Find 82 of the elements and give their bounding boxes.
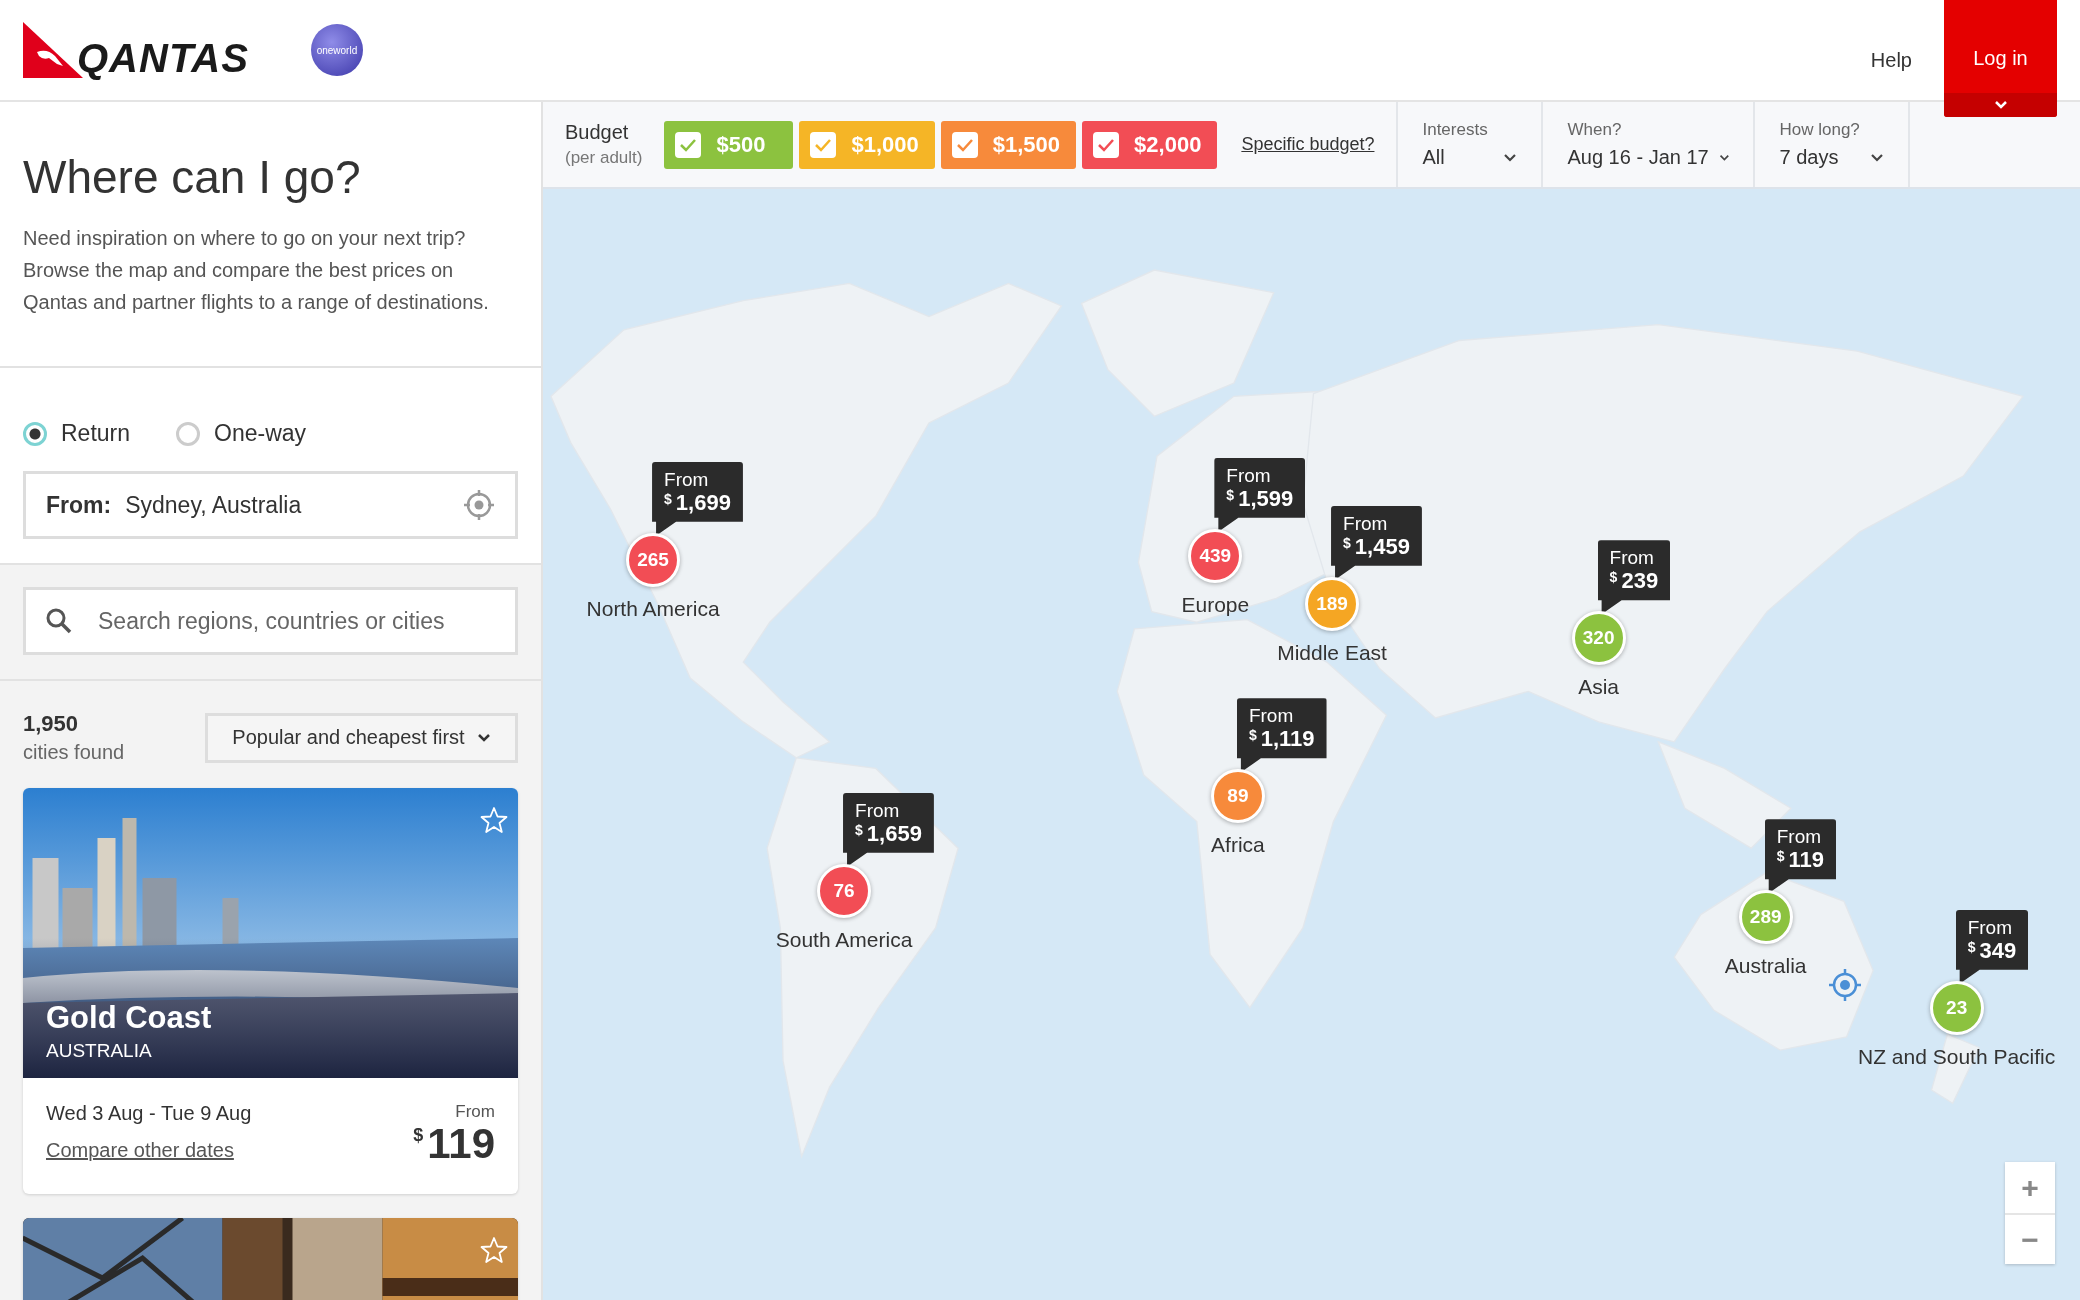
region-label: South America [774,926,914,953]
price: $119 [413,1122,495,1166]
region-label: Asia [1577,674,1621,701]
price-caption: From [1248,705,1295,727]
star-icon[interactable] [480,1236,508,1264]
region-marker[interactable]: 23 [1929,980,1984,1035]
trip-type-radio[interactable]: One-way [176,420,307,447]
logo-wordmark: QANTAS [77,38,249,78]
checkbox-icon[interactable] [1092,130,1121,159]
region-label: Europe [1180,591,1251,618]
price: $ 119 [1776,847,1824,873]
field-label: From: [46,491,112,519]
dropdown-label: When? [1567,120,1623,140]
origin-field[interactable]: From: Sydney, Australia [23,471,518,539]
budget-chip[interactable]: $2,000 [1082,120,1218,169]
country-name: AUSTRALIA [46,1040,152,1062]
filter-dropdown[interactable]: When? Aug 16 - Jan 17 [1541,102,1754,187]
filter-dropdown[interactable]: How long? 7 days [1753,102,1911,187]
city-name: Gold Coast [46,1000,212,1036]
price: $ 1,119 [1248,726,1315,752]
dropdown-value: 7 days [1779,146,1839,169]
price: $ 349 [1967,937,2017,963]
page-title: Where can I go? [23,150,362,204]
location-target-icon [1828,968,1862,1002]
region-label: NZ and South Pacific [1857,1043,2057,1070]
search-icon [45,607,73,635]
budget-note: (per adult) [565,148,643,168]
dropdown-label: Interests [1422,120,1489,140]
price-caption: From [455,1102,495,1122]
chevron-down-icon [476,732,491,743]
locate-icon[interactable] [463,489,495,521]
chevron-down-icon [1870,152,1885,163]
price-caption: From [1967,916,2013,938]
compare-dates-link[interactable]: Compare other dates [46,1139,252,1162]
chevron-down-icon [1503,152,1518,163]
region-label: Middle East [1276,639,1388,666]
star-icon[interactable] [480,806,508,834]
price-caption: From [855,799,901,821]
budget-chip[interactable]: $1,000 [799,120,935,169]
trip-type-radio[interactable]: Return [23,420,131,447]
region-label: Africa [1210,832,1266,859]
dropdown-value: Aug 16 - Jan 17 [1567,146,1709,169]
travel-dates: Wed 3 Aug - Tue 9 Aug [46,1102,252,1125]
radio-circle[interactable] [23,421,47,446]
checkbox-icon[interactable] [674,130,703,159]
search-field[interactable]: Search regions, countries or cities [23,587,518,655]
region-label: Australia [1723,953,1808,980]
airline-logo[interactable]: QANTAS [23,22,249,78]
price-caption: From [1609,547,1655,569]
destination-card[interactable]: Gold Coast AUSTRALIA Wed 3 Aug - Tue 9 Aug Compare other dates From $119 [23,788,518,1194]
budget-chip[interactable]: $500 [664,120,794,169]
price: $ 1,599 [1226,485,1294,511]
region-label: North America [585,595,721,622]
field-value: Sydney, Australia [125,491,303,519]
price: $ 1,659 [855,820,922,846]
chevron-down-icon [1718,152,1730,163]
dropdown-label: How long? [1779,120,1861,140]
checkbox-icon[interactable] [950,130,979,159]
intro-text: Need inspiration on where to go on your next trip? Browse the map and compare the best prices on Qantas and partner flights to a range of destinations. [23,226,490,315]
checkbox-icon[interactable] [809,130,838,159]
budget-chip[interactable]: $1,500 [940,120,1077,169]
price-caption: From [664,468,710,490]
price: $ 239 [1609,568,1659,594]
zoom-in-button[interactable]: + [2005,1162,2055,1213]
login-button[interactable]: Log in [1944,0,2057,117]
help-link[interactable]: Help [1870,49,1912,72]
result-count: 1,950 [23,711,80,737]
price: $ 1,459 [1343,533,1410,559]
alliance-badge: oneworld [310,24,363,76]
price-caption: From [1776,826,1823,848]
price-caption: From [1226,464,1272,486]
radio-circle[interactable] [176,421,201,446]
price: $ 1,699 [664,489,731,515]
filter-dropdown[interactable]: Interests All [1396,102,1542,187]
sort-dropdown[interactable]: Popular and cheapest first [205,712,518,763]
price-caption: From [1343,512,1389,534]
budget-label: Budget [565,121,630,144]
specific-budget-link[interactable]: Specific budget? [1241,134,1375,155]
zoom-out-button[interactable]: − [2005,1213,2055,1264]
chevron-down-icon [1993,100,2008,110]
dropdown-value: All [1422,146,1445,169]
result-caption: cities found [23,741,125,764]
